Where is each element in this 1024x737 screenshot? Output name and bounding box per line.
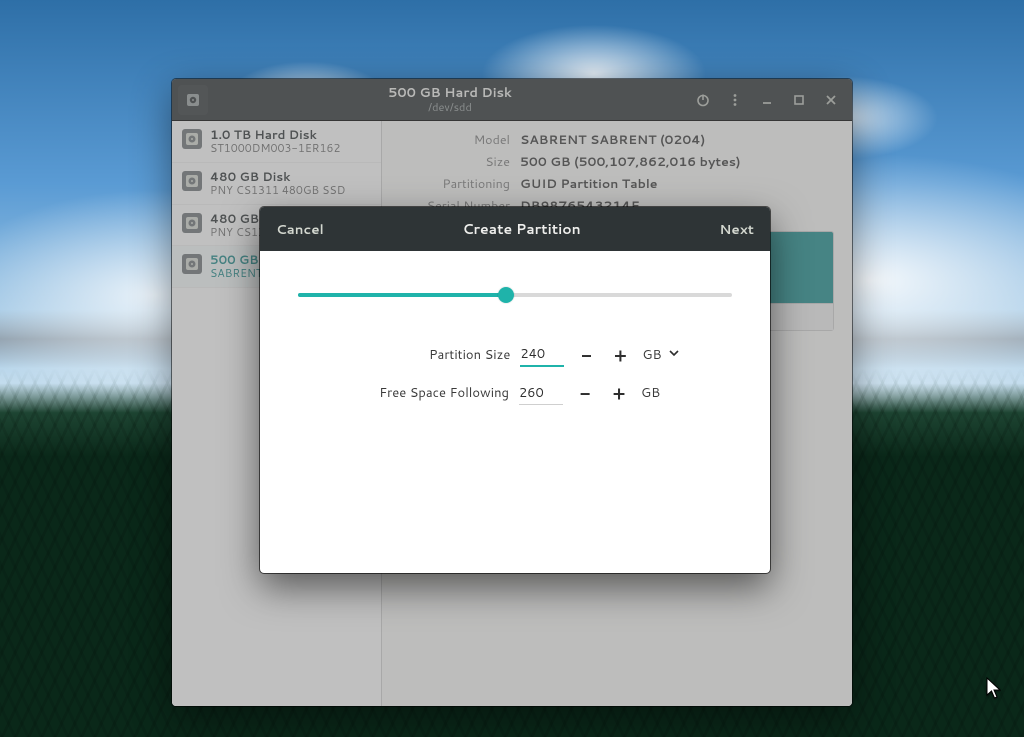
unit-label: GB: [642, 346, 661, 364]
free-space-row: Free Space Following − + GB: [349, 381, 681, 405]
free-space-input[interactable]: [519, 382, 563, 405]
slider-fill: [298, 293, 506, 297]
partition-size-row: Partition Size − + GB: [350, 343, 679, 367]
partition-size-minus-button[interactable]: −: [574, 343, 598, 367]
chevron-down-icon: [668, 346, 680, 364]
partition-size-unit-select[interactable]: GB: [642, 346, 679, 364]
partition-size-label: Partition Size: [350, 346, 510, 364]
dialog-header: Cancel Create Partition Next: [260, 207, 770, 251]
dialog-body: Partition Size − + GB Free Space Followi…: [260, 251, 770, 573]
cancel-button[interactable]: Cancel: [276, 220, 324, 239]
create-partition-dialog: Cancel Create Partition Next Partition S…: [260, 207, 770, 573]
dialog-title: Create Partition: [462, 219, 580, 239]
partition-size-plus-button[interactable]: +: [608, 343, 632, 367]
partition-size-input[interactable]: [520, 343, 564, 367]
free-space-label: Free Space Following: [349, 384, 509, 402]
unit-label: GB: [641, 384, 681, 402]
slider-thumb[interactable]: [498, 287, 514, 303]
free-space-minus-button[interactable]: −: [573, 381, 597, 405]
partition-size-slider[interactable]: [298, 285, 732, 305]
free-space-plus-button[interactable]: +: [607, 381, 631, 405]
next-button[interactable]: Next: [719, 220, 754, 239]
